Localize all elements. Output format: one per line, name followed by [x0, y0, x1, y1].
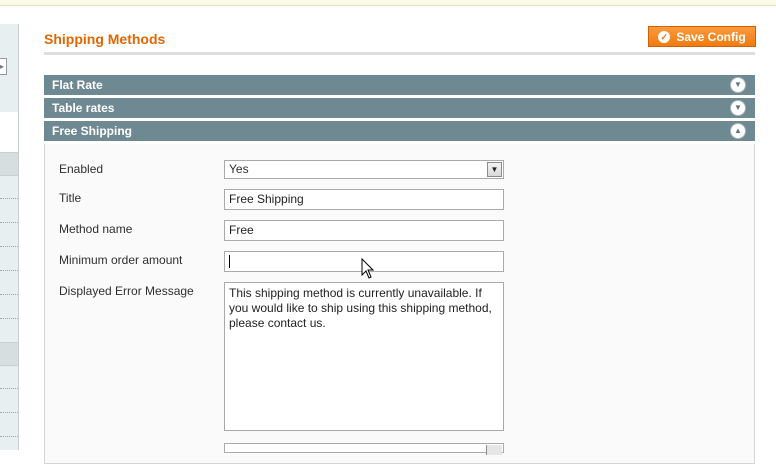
left-sidebar: ▸: [0, 24, 19, 450]
partially-visible-label: [59, 444, 159, 450]
method-name-label: Method name: [59, 222, 133, 236]
enabled-label: Enabled: [59, 162, 104, 176]
sidebar-divider: [0, 388, 18, 390]
sidebar-divider: [0, 222, 18, 224]
check-icon: ✓: [658, 30, 671, 43]
mouse-pointer-icon: [361, 258, 375, 279]
section-label: Table rates: [52, 101, 115, 115]
section-header-flat-rate[interactable]: Flat Rate ▼: [44, 75, 755, 96]
sidebar-collapse-handle[interactable]: ▸: [0, 58, 7, 75]
title-divider: [44, 52, 755, 55]
partially-visible-select[interactable]: [224, 443, 504, 455]
enabled-value: Yes: [229, 162, 249, 176]
chevron-down-icon: ▼: [731, 101, 745, 115]
save-config-button[interactable]: ✓ Save Config: [648, 26, 756, 47]
page-title: Shipping Methods: [44, 31, 166, 47]
sidebar-divider: [0, 198, 18, 200]
method-name-input[interactable]: Free: [224, 220, 504, 241]
chevron-down-icon: ▼: [487, 162, 502, 177]
chevron-down-icon: ▼: [731, 78, 745, 92]
minimum-order-amount-label: Minimum order amount: [59, 253, 183, 267]
displayed-error-message-label: Displayed Error Message: [59, 284, 194, 298]
sidebar-divider: [0, 412, 18, 414]
title-label: Title: [59, 191, 82, 205]
sidebar-divider: [0, 246, 18, 248]
sidebar-divider: [0, 436, 18, 438]
save-config-label: Save Config: [676, 29, 746, 44]
section-header-free-shipping[interactable]: Free Shipping ▲: [44, 121, 755, 142]
section-label: Free Shipping: [52, 124, 133, 138]
sidebar-divider: [0, 294, 18, 296]
sidebar-band: [0, 342, 18, 366]
sidebar-band: [0, 152, 18, 176]
chevron-up-icon: ▲: [731, 124, 745, 138]
text-caret: [229, 255, 230, 268]
section-header-table-rates[interactable]: Table rates ▼: [44, 98, 755, 119]
chevron-down-icon: [486, 445, 502, 455]
title-input[interactable]: Free Shipping: [224, 189, 504, 210]
section-label: Flat Rate: [52, 78, 103, 92]
enabled-select[interactable]: Yes ▼: [224, 160, 504, 179]
sidebar-divider: [0, 270, 18, 272]
sidebar-panel: [0, 112, 18, 152]
top-notice-strip: [0, 0, 776, 6]
sidebar-divider: [0, 318, 18, 320]
displayed-error-message-textarea[interactable]: This shipping method is currently unavai…: [224, 282, 504, 431]
